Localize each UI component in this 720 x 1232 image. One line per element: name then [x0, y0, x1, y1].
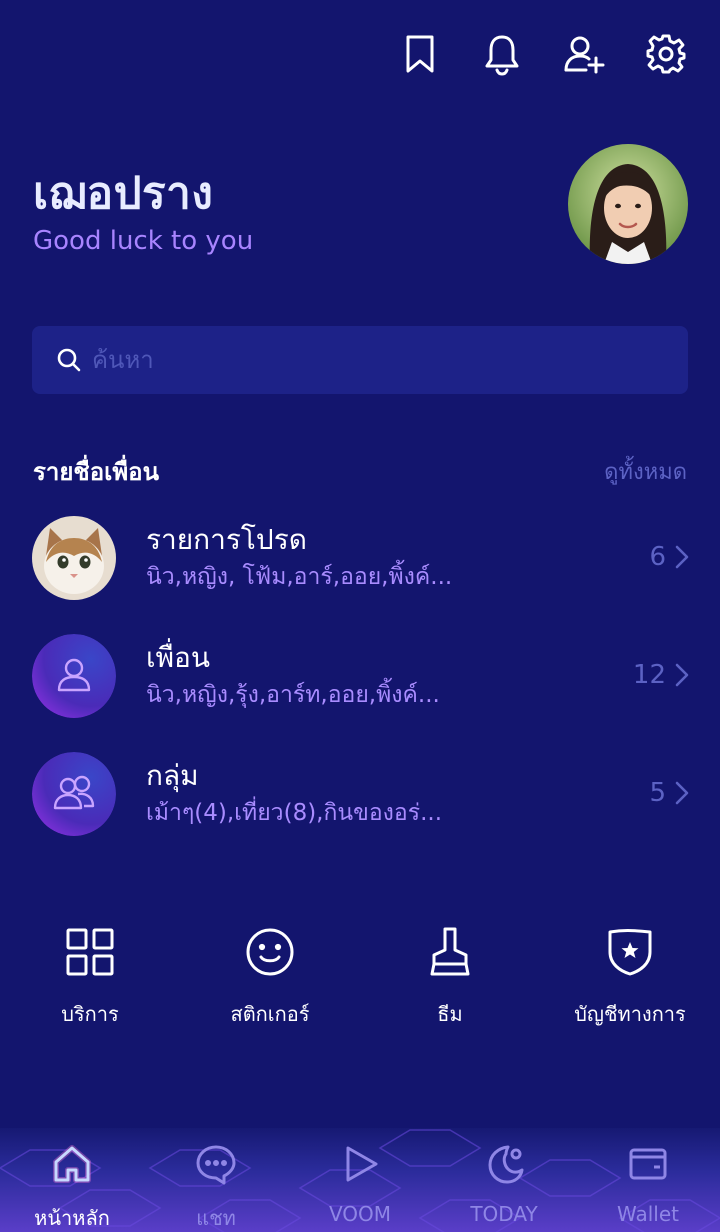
play-icon [346, 1146, 378, 1182]
friends-section-title: รายชื่อเพื่อน [33, 458, 159, 486]
cat-photo [32, 516, 116, 600]
profile-name[interactable]: เฌอปราง [33, 158, 213, 228]
list-item-subtitle: นิว,หญิง,รุ้ง,อาร์ท,ออย,พิ้งค์... [146, 682, 440, 708]
tab-label: TODAY [470, 1202, 538, 1226]
search-bar[interactable] [32, 326, 688, 394]
person-icon [32, 634, 116, 718]
count-value: 5 [649, 778, 666, 808]
brush-icon [430, 927, 470, 976]
shortcut-official-accounts[interactable]: บัญชีทางการ [540, 924, 720, 1030]
bookmark-icon[interactable] [396, 30, 444, 78]
friends-list: รายการโปรด นิว,หญิง, โฟ้ม,อาร์,ออย,พิ้งค… [32, 516, 690, 870]
gear-icon[interactable] [642, 30, 690, 78]
list-item-groups[interactable]: กลุ่ม เม้าๆ(4),เที่ยว(8),กินของอร่... 5 [32, 752, 690, 870]
see-all-link[interactable]: ดูทั้งหมด [604, 454, 687, 489]
chevron-right-icon [675, 545, 689, 569]
shortcut-themes[interactable]: ธีม [360, 924, 540, 1030]
tab-label: หน้าหลัก [34, 1206, 110, 1230]
tab-label: Wallet [616, 1202, 679, 1226]
shortcut-label: บัญชีทางการ [574, 1002, 686, 1026]
shortcut-stickers[interactable]: สติกเกอร์ [180, 924, 360, 1030]
group-icon [32, 752, 116, 836]
list-item-title: รายการโปรด [146, 523, 307, 556]
tab-label: แชท [196, 1206, 236, 1230]
moon-icon [488, 1145, 524, 1184]
list-item-favorites[interactable]: รายการโปรด นิว,หญิง, โฟ้ม,อาร์,ออย,พิ้งค… [32, 516, 690, 634]
list-item-title: เพื่อน [146, 641, 210, 674]
list-item-count: 6 [649, 542, 690, 572]
profile-status-message[interactable]: Good luck to you [33, 226, 253, 256]
tab-label: VOOM [328, 1202, 392, 1226]
list-item-subtitle: นิว,หญิง, โฟ้ม,อาร์,ออย,พิ้งค์... [146, 564, 453, 590]
shortcut-services[interactable]: บริการ [0, 924, 180, 1030]
chat-icon [196, 1145, 236, 1185]
list-item-count: 12 [633, 660, 690, 690]
chevron-right-icon [675, 781, 689, 805]
shield-star-icon [608, 929, 652, 976]
add-friend-icon[interactable] [560, 30, 608, 78]
bottom-navigation: หน้าหลัก แชท VOOM TODAY Wallet [0, 1128, 720, 1232]
wallet-icon [629, 1148, 667, 1180]
shortcut-label: สติกเกอร์ [230, 1002, 310, 1026]
count-value: 6 [649, 542, 666, 572]
shortcut-label: ธีม [437, 1002, 463, 1026]
list-item-count: 5 [649, 778, 690, 808]
shortcut-bar: บริการ สติกเกอร์ ธีม บัญชีทางการ [0, 924, 720, 1034]
grid-icon [66, 928, 114, 976]
tab-voom[interactable]: VOOM [288, 1142, 432, 1226]
tab-home[interactable]: หน้าหลัก [0, 1142, 144, 1232]
search-icon [57, 348, 81, 372]
list-item-friends[interactable]: เพื่อน นิว,หญิง,รุ้ง,อาร์ท,ออย,พิ้งค์...… [32, 634, 690, 752]
friends-section-header: รายชื่อเพื่อน ดูทั้งหมด [33, 452, 687, 491]
chevron-right-icon [675, 663, 689, 687]
search-input[interactable] [92, 346, 652, 374]
list-item-subtitle: เม้าๆ(4),เที่ยว(8),กินของอร่... [146, 800, 443, 826]
home-icon [53, 1145, 91, 1183]
list-item-title: กลุ่ม [146, 759, 199, 792]
bell-icon[interactable] [478, 30, 526, 78]
tab-chat[interactable]: แชท [144, 1142, 288, 1232]
tab-wallet[interactable]: Wallet [576, 1142, 720, 1226]
top-toolbar [396, 30, 690, 78]
tab-today[interactable]: TODAY [432, 1142, 576, 1226]
avatar[interactable] [568, 144, 688, 264]
shortcut-label: บริการ [61, 1002, 119, 1026]
count-value: 12 [632, 660, 666, 690]
smiley-icon [246, 928, 294, 976]
